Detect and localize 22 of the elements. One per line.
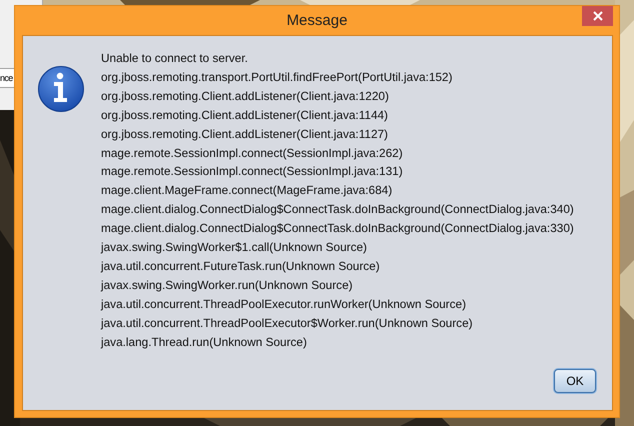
message-line: Unable to connect to server. xyxy=(101,50,249,67)
message-line: org.jboss.remoting.Client.addListener(Client.java:1144) xyxy=(101,106,389,124)
window-title: Message xyxy=(286,12,348,29)
message-line: mage.client.dialog.ConnectDialog$ConnectTask.doInBackground(ConnectDialog.java:330) xyxy=(101,220,575,238)
message-line: mage.remote.SessionImpl.connect(SessionImpl.java:131) xyxy=(101,163,404,180)
close-button[interactable] xyxy=(582,6,613,26)
message-line: java.util.concurrent.ThreadPoolExecutor$Worker.run(Unknown Source) xyxy=(101,314,474,332)
message-line: org.jboss.remoting.transport.PortUtil.findFreePort(PortUtil.java:152) xyxy=(101,68,454,86)
close-icon xyxy=(592,11,602,21)
message-line: javax.swing.SwingWorker.run(Unknown Source) xyxy=(101,276,354,294)
message-line: org.jboss.remoting.Client.addListener(Client.java:1220) xyxy=(101,88,390,105)
message-line: java.lang.Thread.run(Unknown Source) xyxy=(101,334,308,351)
message-line: javax.swing.SwingWorker$1.call(Unknown Source) xyxy=(101,239,368,256)
message-line: java.util.concurrent.FutureTask.run(Unknown Source) xyxy=(101,258,381,275)
text-field[interactable]: nce xyxy=(0,68,14,88)
info-icon xyxy=(37,65,85,113)
message-line: org.jboss.remoting.Client.addListener(Client.java:1127) xyxy=(101,126,389,143)
message-line: java.util.concurrent.ThreadPoolExecutor.runWorker(Unknown Source) xyxy=(101,296,468,313)
message-line: mage.remote.SessionImpl.connect(SessionImpl.java:262) xyxy=(101,144,404,162)
message-line: mage.client.MageFrame.connect(MageFrame.java:684) xyxy=(101,182,394,200)
message-line: mage.client.dialog.ConnectDialog$ConnectTask.doInBackground(ConnectDialog.java:340) xyxy=(101,201,575,218)
ok-button[interactable]: OK xyxy=(554,369,596,393)
